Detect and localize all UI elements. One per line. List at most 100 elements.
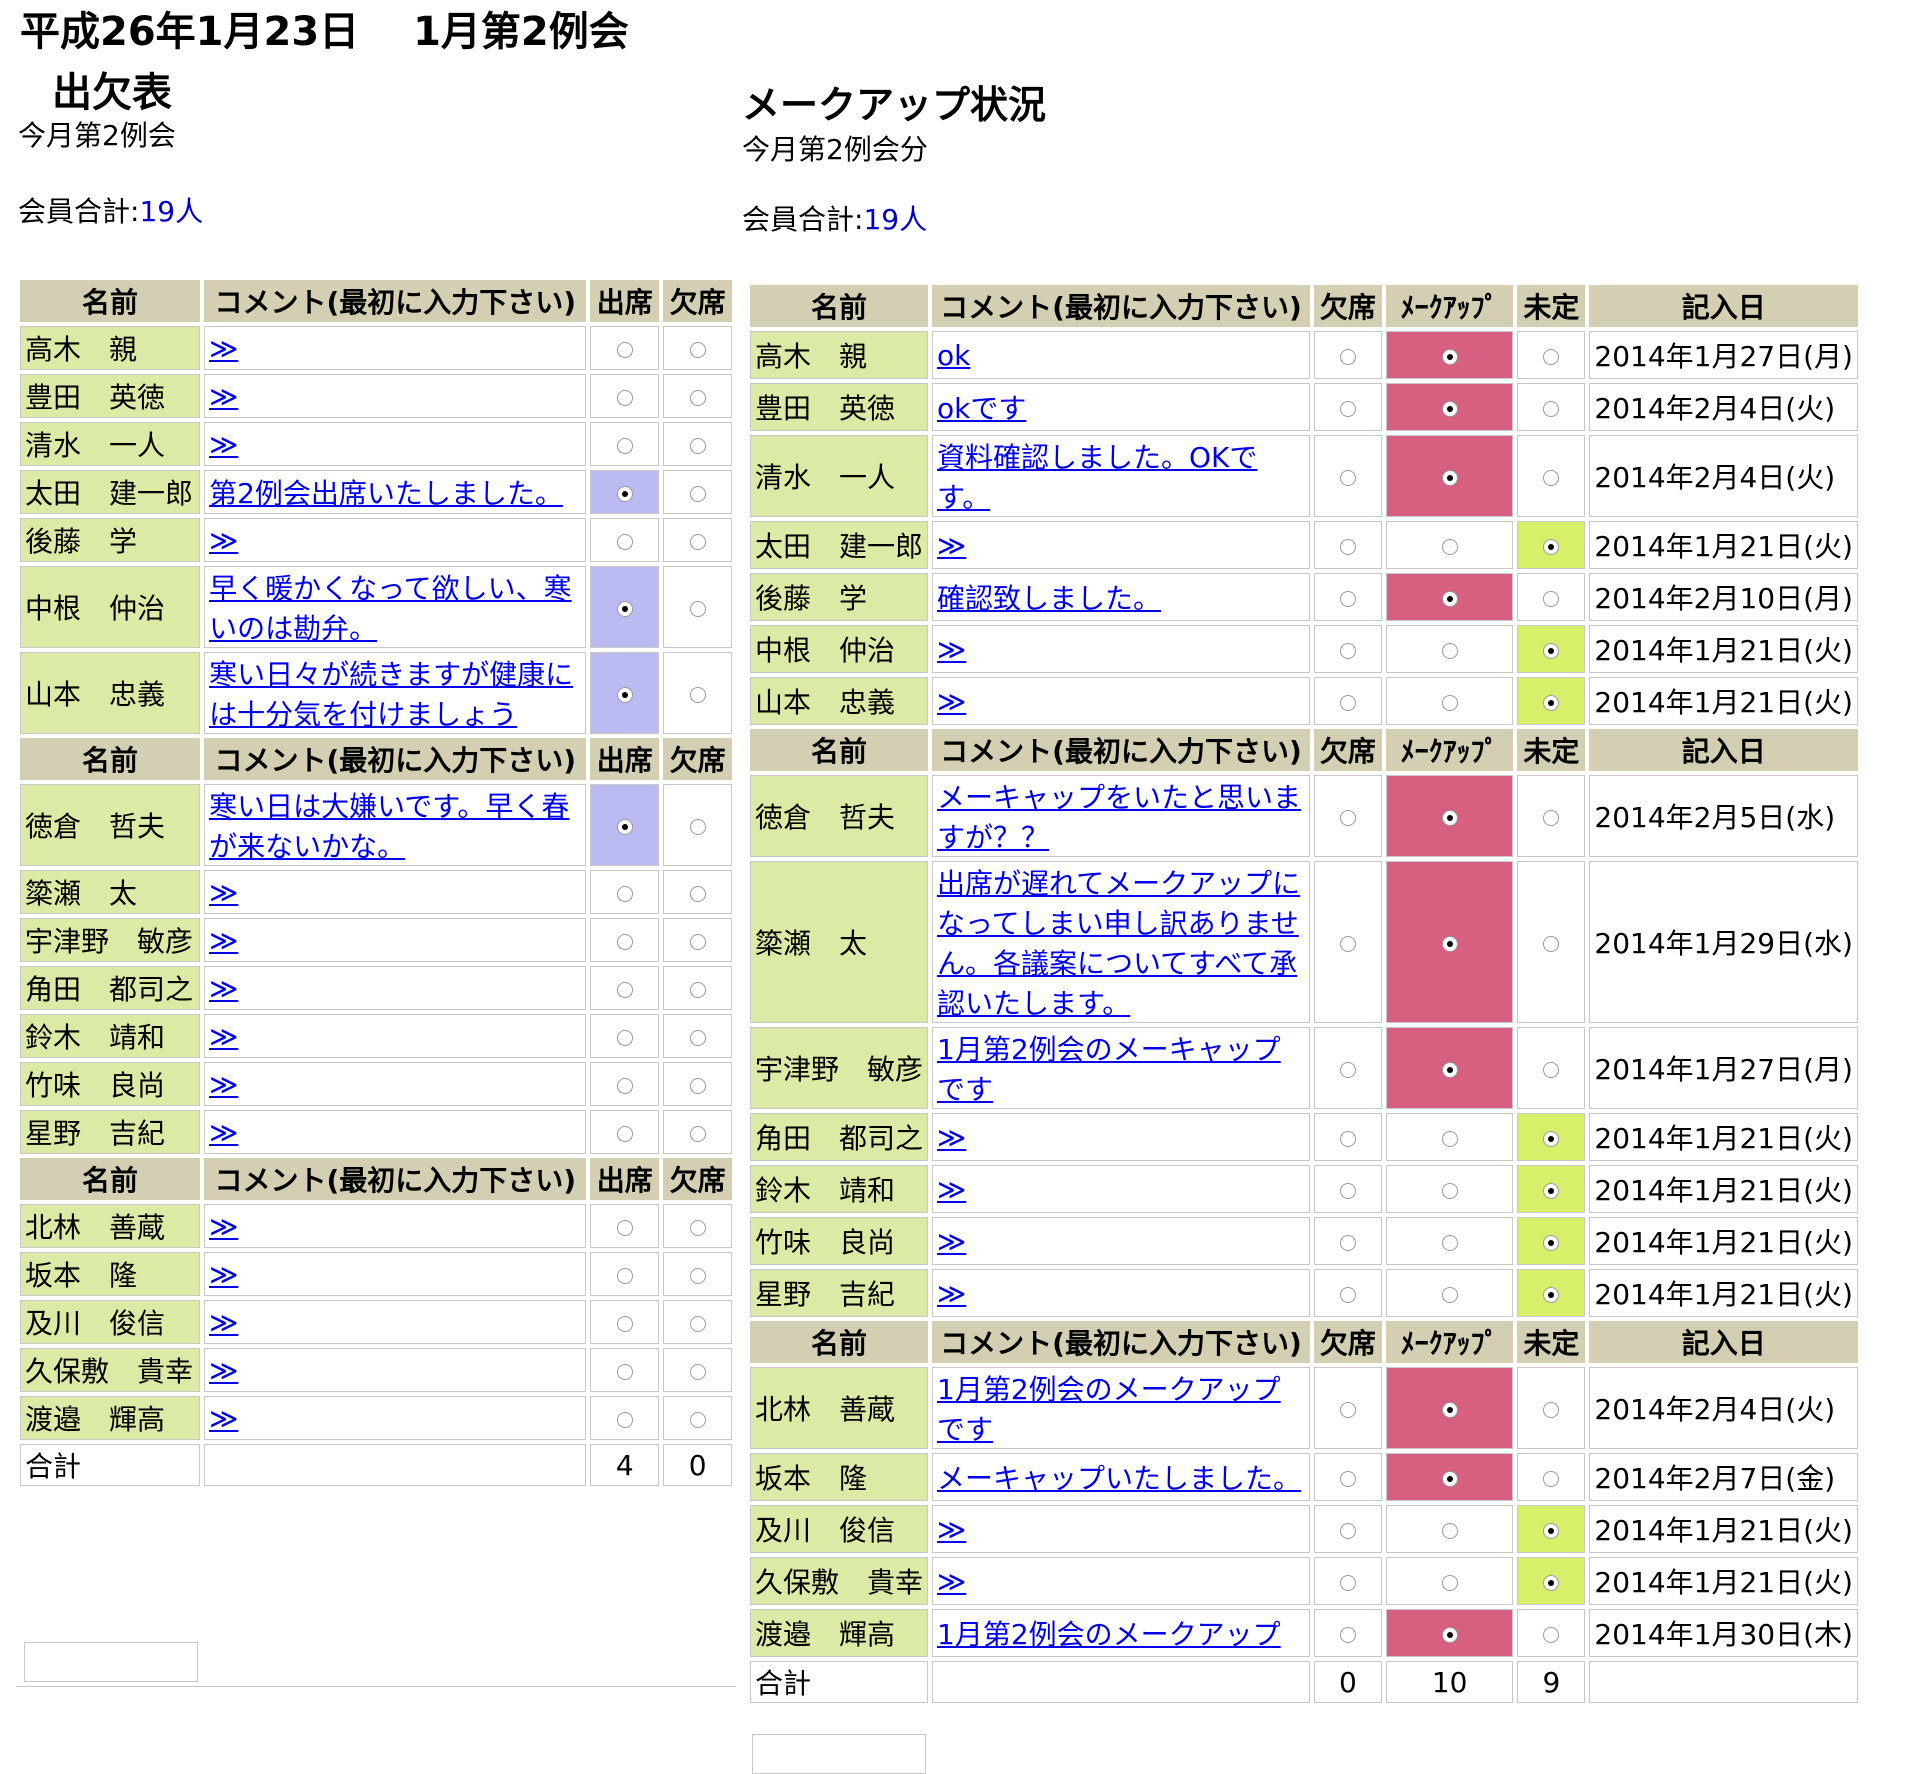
comment-link[interactable]: ≫	[209, 1210, 238, 1243]
absent-radio[interactable]	[1339, 1286, 1356, 1303]
absent-radio[interactable]	[689, 1315, 706, 1332]
absent-radio[interactable]	[1339, 1182, 1356, 1199]
absent-radio[interactable]	[1339, 694, 1356, 711]
comment-link[interactable]: 1月第2例会のメーキャップです	[937, 1033, 1281, 1106]
absent-radio[interactable]	[689, 533, 706, 550]
comment-link[interactable]: ≫	[209, 332, 238, 365]
comment-link[interactable]: ≫	[209, 1020, 238, 1053]
attend-radio[interactable]	[616, 818, 633, 835]
comment-link[interactable]: ≫	[209, 1306, 238, 1339]
makeup-radio[interactable]	[1441, 1130, 1458, 1147]
makeup-radio[interactable]	[1441, 1522, 1458, 1539]
comment-link[interactable]: ≫	[209, 428, 238, 461]
makeup-radio[interactable]	[1441, 1574, 1458, 1591]
comment-link[interactable]: ≫	[209, 876, 238, 909]
comment-link[interactable]: ≫	[937, 1277, 966, 1310]
attend-radio[interactable]	[616, 341, 633, 358]
absent-radio[interactable]	[689, 818, 706, 835]
comment-link[interactable]: ok	[937, 339, 970, 372]
absent-radio[interactable]	[1339, 1470, 1356, 1487]
makeup-radio[interactable]	[1441, 642, 1458, 659]
absent-radio[interactable]	[689, 1125, 706, 1142]
comment-link[interactable]: 資料確認しました。OKです。	[937, 441, 1257, 514]
absent-radio[interactable]	[1339, 400, 1356, 417]
absent-radio[interactable]	[1339, 1401, 1356, 1418]
absent-radio[interactable]	[1339, 935, 1356, 952]
comment-link[interactable]: ≫	[209, 1402, 238, 1435]
undecided-radio[interactable]	[1543, 1522, 1560, 1539]
attend-radio[interactable]	[616, 981, 633, 998]
attend-radio[interactable]	[616, 1411, 633, 1428]
absent-radio[interactable]	[689, 1267, 706, 1284]
makeup-radio[interactable]	[1441, 935, 1458, 952]
undecided-radio[interactable]	[1543, 1286, 1560, 1303]
absent-radio[interactable]	[1339, 1130, 1356, 1147]
comment-link[interactable]: ≫	[209, 524, 238, 557]
makeup-radio[interactable]	[1441, 1401, 1458, 1418]
comment-link[interactable]: 第2例会出席いたしました。	[209, 477, 563, 510]
undecided-radio[interactable]	[1543, 1470, 1560, 1487]
comment-link[interactable]: ≫	[937, 1565, 966, 1598]
undecided-radio[interactable]	[1543, 694, 1560, 711]
comment-link[interactable]: 確認致しました。	[937, 582, 1161, 615]
undecided-radio[interactable]	[1543, 935, 1560, 952]
comment-link[interactable]: メーキャップいたしました。	[937, 1462, 1301, 1495]
attend-radio[interactable]	[616, 1125, 633, 1142]
comment-link[interactable]: ≫	[937, 1225, 966, 1258]
comment-link[interactable]: ≫	[937, 1121, 966, 1154]
attend-radio[interactable]	[616, 1077, 633, 1094]
comment-link[interactable]: ≫	[209, 1068, 238, 1101]
makeup-radio[interactable]	[1441, 1182, 1458, 1199]
comment-link[interactable]: okです	[937, 392, 1026, 425]
comment-link[interactable]: ≫	[209, 1258, 238, 1291]
empty-input-box[interactable]	[752, 1734, 926, 1774]
undecided-radio[interactable]	[1543, 1574, 1560, 1591]
undecided-radio[interactable]	[1543, 1061, 1560, 1078]
attend-radio[interactable]	[616, 1219, 633, 1236]
absent-radio[interactable]	[689, 933, 706, 950]
comment-link[interactable]: ≫	[937, 1173, 966, 1206]
absent-radio[interactable]	[1339, 1522, 1356, 1539]
absent-radio[interactable]	[689, 437, 706, 454]
attend-radio[interactable]	[616, 437, 633, 454]
undecided-radio[interactable]	[1543, 590, 1560, 607]
absent-radio[interactable]	[689, 1363, 706, 1380]
absent-radio[interactable]	[689, 1029, 706, 1046]
comment-link[interactable]: 寒い日々が続きますが健康には十分気を付けましょう	[209, 658, 573, 731]
comment-link[interactable]: メーキャップをいたと思いますが？？	[937, 781, 1301, 854]
undecided-radio[interactable]	[1543, 348, 1560, 365]
attend-radio[interactable]	[616, 1315, 633, 1332]
comment-link[interactable]: ≫	[209, 380, 238, 413]
comment-link[interactable]: 早く暖かくなって欲しい、寒いのは勘弁。	[209, 572, 572, 645]
comment-link[interactable]: ≫	[937, 529, 966, 562]
undecided-radio[interactable]	[1543, 1401, 1560, 1418]
absent-radio[interactable]	[1339, 469, 1356, 486]
makeup-radio[interactable]	[1441, 348, 1458, 365]
attend-radio[interactable]	[616, 885, 633, 902]
absent-radio[interactable]	[689, 485, 706, 502]
absent-radio[interactable]	[689, 389, 706, 406]
absent-radio[interactable]	[1339, 538, 1356, 555]
absent-radio[interactable]	[689, 1219, 706, 1236]
absent-radio[interactable]	[689, 686, 706, 703]
attend-radio[interactable]	[616, 1029, 633, 1046]
comment-link[interactable]: ≫	[937, 685, 966, 718]
makeup-radio[interactable]	[1441, 1626, 1458, 1643]
absent-radio[interactable]	[689, 981, 706, 998]
absent-radio[interactable]	[1339, 1626, 1356, 1643]
absent-radio[interactable]	[689, 1411, 706, 1428]
absent-radio[interactable]	[1339, 1234, 1356, 1251]
absent-radio[interactable]	[1339, 348, 1356, 365]
absent-radio[interactable]	[1339, 590, 1356, 607]
makeup-radio[interactable]	[1441, 1234, 1458, 1251]
undecided-radio[interactable]	[1543, 400, 1560, 417]
absent-radio[interactable]	[689, 1077, 706, 1094]
absent-radio[interactable]	[1339, 1061, 1356, 1078]
undecided-radio[interactable]	[1543, 1626, 1560, 1643]
absent-radio[interactable]	[689, 341, 706, 358]
comment-link[interactable]: 1月第2例会のメークアップ	[937, 1618, 1281, 1651]
comment-link[interactable]: ≫	[209, 972, 238, 1005]
makeup-radio[interactable]	[1441, 809, 1458, 826]
attend-radio[interactable]	[616, 1267, 633, 1284]
comment-link[interactable]: 1月第2例会のメークアップです	[937, 1373, 1281, 1446]
